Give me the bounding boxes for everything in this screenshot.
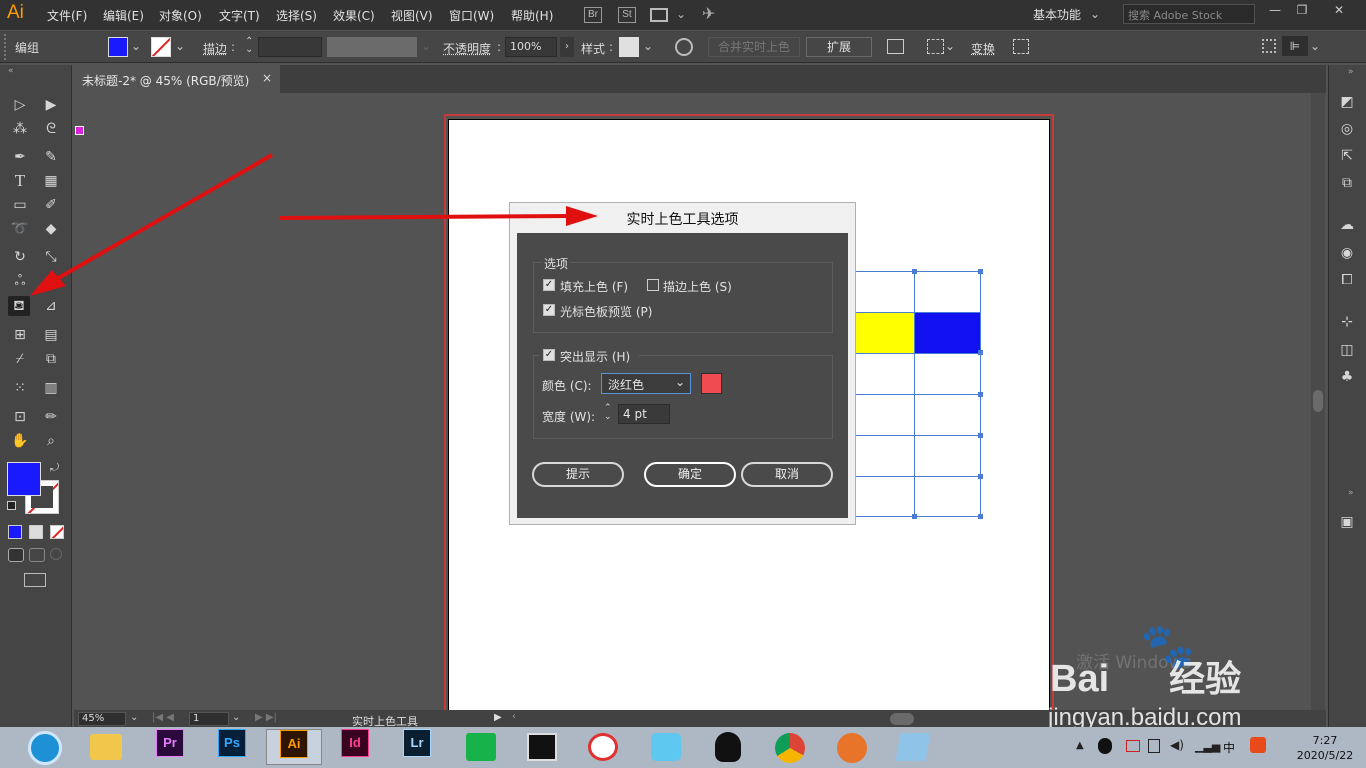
blue-app-icon[interactable] bbox=[895, 733, 931, 761]
arrow-to-tool-head bbox=[30, 270, 66, 296]
ie-icon[interactable] bbox=[28, 731, 62, 765]
photoshop-taskbar[interactable]: Ps bbox=[212, 729, 252, 765]
zoom-chevron-icon[interactable]: ⌄ bbox=[130, 712, 138, 723]
indesign-taskbar[interactable]: Id bbox=[335, 729, 375, 765]
arrow-to-tool bbox=[47, 153, 273, 286]
arrow-to-dialog-head bbox=[566, 206, 598, 226]
artboard-chevron-icon[interactable]: ⌄ bbox=[232, 712, 240, 723]
baidu-logo: Bai 经验 bbox=[1050, 658, 1242, 700]
green-app-icon[interactable] bbox=[466, 733, 496, 761]
ime-indicator[interactable]: 中 bbox=[1223, 739, 1235, 756]
tray-clock[interactable]: 7:27 2020/5/22 bbox=[1290, 733, 1360, 763]
tray-signal-icon[interactable]: ▁▃▅ bbox=[1195, 740, 1220, 753]
red-app-icon[interactable] bbox=[588, 733, 618, 761]
tray-expand-icon[interactable]: ▲ bbox=[1076, 740, 1084, 751]
horizontal-scroll-thumb[interactable] bbox=[890, 713, 914, 725]
lightroom-taskbar[interactable]: Lr bbox=[397, 729, 437, 765]
clock-date: 2020/5/22 bbox=[1296, 749, 1354, 762]
browser-app-icon[interactable] bbox=[837, 733, 867, 763]
next-artboard-icon[interactable]: ▶ ▶| bbox=[255, 712, 277, 723]
tray-volume-icon[interactable]: ◀) bbox=[1170, 738, 1184, 752]
first-artboard-icon[interactable]: |◀ ◀ bbox=[152, 712, 174, 723]
tray-network-warning-icon[interactable] bbox=[1126, 740, 1140, 752]
qq-icon[interactable] bbox=[715, 732, 741, 762]
key-watermark-icon bbox=[1020, 645, 1046, 671]
tray-qq-icon[interactable] bbox=[1098, 738, 1112, 754]
illustrator-taskbar[interactable]: Ai bbox=[266, 729, 322, 765]
tray-battery-icon[interactable] bbox=[1148, 739, 1160, 753]
sogou-ime-icon[interactable] bbox=[1250, 737, 1266, 753]
illustrator-icon: Ai bbox=[280, 730, 308, 758]
scroll-left-icon[interactable]: ‹ bbox=[512, 711, 516, 722]
video-editor-icon[interactable] bbox=[527, 733, 557, 761]
premiere-taskbar[interactable]: Pr bbox=[150, 729, 190, 765]
indesign-icon: Id bbox=[341, 729, 369, 757]
clock-time: 7:27 bbox=[1312, 734, 1338, 747]
artboard-number-input[interactable]: 1 bbox=[189, 712, 229, 726]
file-explorer-icon[interactable] bbox=[90, 734, 122, 760]
cloud-app-icon[interactable] bbox=[651, 733, 681, 761]
arrow-to-dialog bbox=[279, 214, 571, 220]
photoshop-icon: Ps bbox=[218, 729, 246, 757]
zoom-select[interactable]: 45% bbox=[78, 712, 126, 726]
status-menu-icon[interactable]: ▶ bbox=[494, 712, 502, 723]
premiere-icon: Pr bbox=[156, 729, 184, 757]
lightroom-icon: Lr bbox=[403, 729, 431, 757]
taskbar bbox=[0, 727, 1366, 768]
chrome-icon[interactable] bbox=[775, 733, 805, 763]
